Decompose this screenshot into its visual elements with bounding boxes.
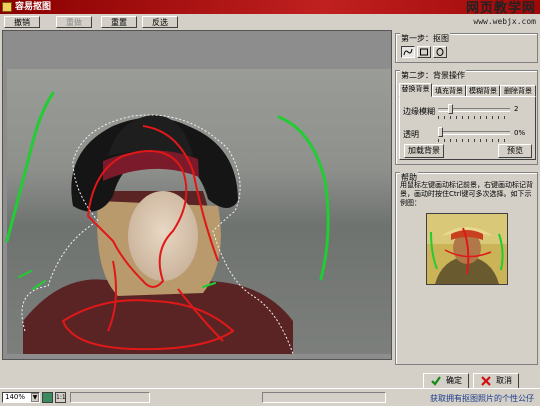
actual-size-button[interactable]: 1:1 xyxy=(55,392,66,403)
ok-button[interactable]: 确定 xyxy=(423,373,469,389)
ellipse-icon xyxy=(436,48,444,56)
cancel-label: 取消 xyxy=(496,376,512,385)
image-canvas[interactable] xyxy=(2,30,392,360)
photo-canvas[interactable] xyxy=(3,31,392,360)
edge-blur-label: 边缘模糊 xyxy=(403,107,435,116)
example-thumbnail xyxy=(427,214,507,284)
step2-group: 第二步：背景操作 替换背景 填充背景 模糊背景 删除背景 边缘模糊 2 透明 0… xyxy=(395,70,538,165)
transparency-slider[interactable] xyxy=(438,131,510,135)
watermark-title: 网页教学网 xyxy=(465,1,536,16)
step1-group: 第一步：抠图 xyxy=(395,33,538,63)
cancel-button[interactable]: 取消 xyxy=(473,373,519,389)
preview-button[interactable]: 预览 xyxy=(498,144,532,158)
tab-panel: 边缘模糊 2 透明 0% 加载背景 预览 xyxy=(399,96,536,160)
watermark-url: www.webjx.com xyxy=(473,17,536,26)
close-icon xyxy=(481,376,491,386)
redo-button[interactable]: 重做 xyxy=(56,16,92,28)
transparency-label: 透明 xyxy=(403,130,419,139)
freehand-icon xyxy=(403,48,413,56)
rectangle-tool-button[interactable] xyxy=(417,46,431,58)
status-bar: 140% ▼ 1:1 获取拥有抠图照片的个性公仔 xyxy=(0,388,540,406)
help-text: 用鼠标左键画动标记前景，右键画动标记背景，画动时按住Ctrl键可多次选择。如下示… xyxy=(400,181,533,207)
step2-title: 第二步：背景操作 xyxy=(400,70,466,81)
status-progress xyxy=(262,392,386,403)
footer-note: 获取拥有抠图照片的个性公仔 xyxy=(430,394,534,403)
toolbar: 撤销 重做 重置 反选 xyxy=(0,14,390,30)
invert-selection-button[interactable]: 反选 xyxy=(142,16,178,28)
app-icon xyxy=(2,2,12,12)
load-background-button[interactable]: 加载背景 xyxy=(404,144,444,158)
transparency-value: 0% xyxy=(514,129,526,137)
right-panel: 第一步：抠图 第二步：背景操作 替换背景 填充背景 模糊背景 删除背景 边缘模糊… xyxy=(395,30,538,389)
ok-label: 确定 xyxy=(446,376,462,385)
edge-blur-value: 2 xyxy=(514,105,519,113)
chevron-down-icon[interactable]: ▼ xyxy=(31,393,39,402)
status-field xyxy=(70,392,150,403)
step1-title: 第一步：抠图 xyxy=(400,33,450,44)
watermark: 网页教学网 www.webjx.com xyxy=(406,1,536,27)
window-title: 容易抠图 xyxy=(15,2,52,12)
help-group: 帮助 用鼠标左键画动标记前景，右键画动标记背景，画动时按住Ctrl键可多次选择。… xyxy=(395,172,538,365)
freehand-tool-button[interactable] xyxy=(401,46,415,58)
transparency-slider-thumb[interactable] xyxy=(438,127,443,137)
example-image xyxy=(426,213,508,285)
check-icon xyxy=(431,376,441,386)
edge-blur-slider-thumb[interactable] xyxy=(448,104,453,114)
undo-button[interactable]: 撤销 xyxy=(4,16,40,28)
girl-face xyxy=(128,191,198,281)
fit-window-icon[interactable] xyxy=(42,392,53,403)
transparency-ticks xyxy=(438,139,510,142)
edge-blur-ticks xyxy=(438,116,510,119)
reset-button[interactable]: 重置 xyxy=(101,16,137,28)
rectangle-icon xyxy=(420,48,428,56)
ellipse-tool-button[interactable] xyxy=(433,46,447,58)
tab-replace-background[interactable]: 替换背景 xyxy=(399,83,432,97)
